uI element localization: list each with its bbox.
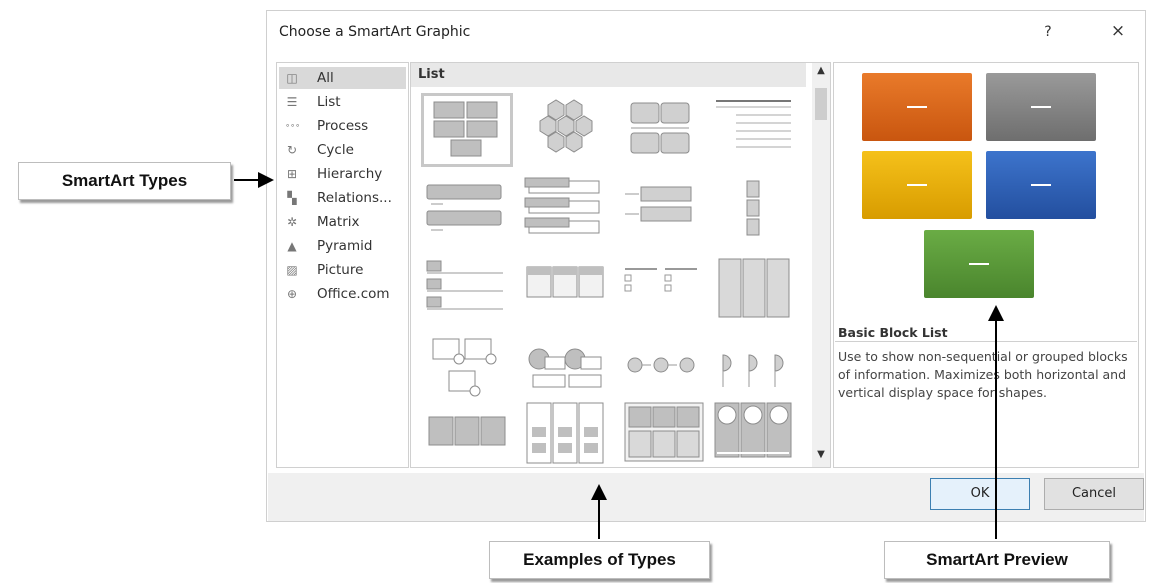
annotation-arrows	[234, 172, 1004, 539]
